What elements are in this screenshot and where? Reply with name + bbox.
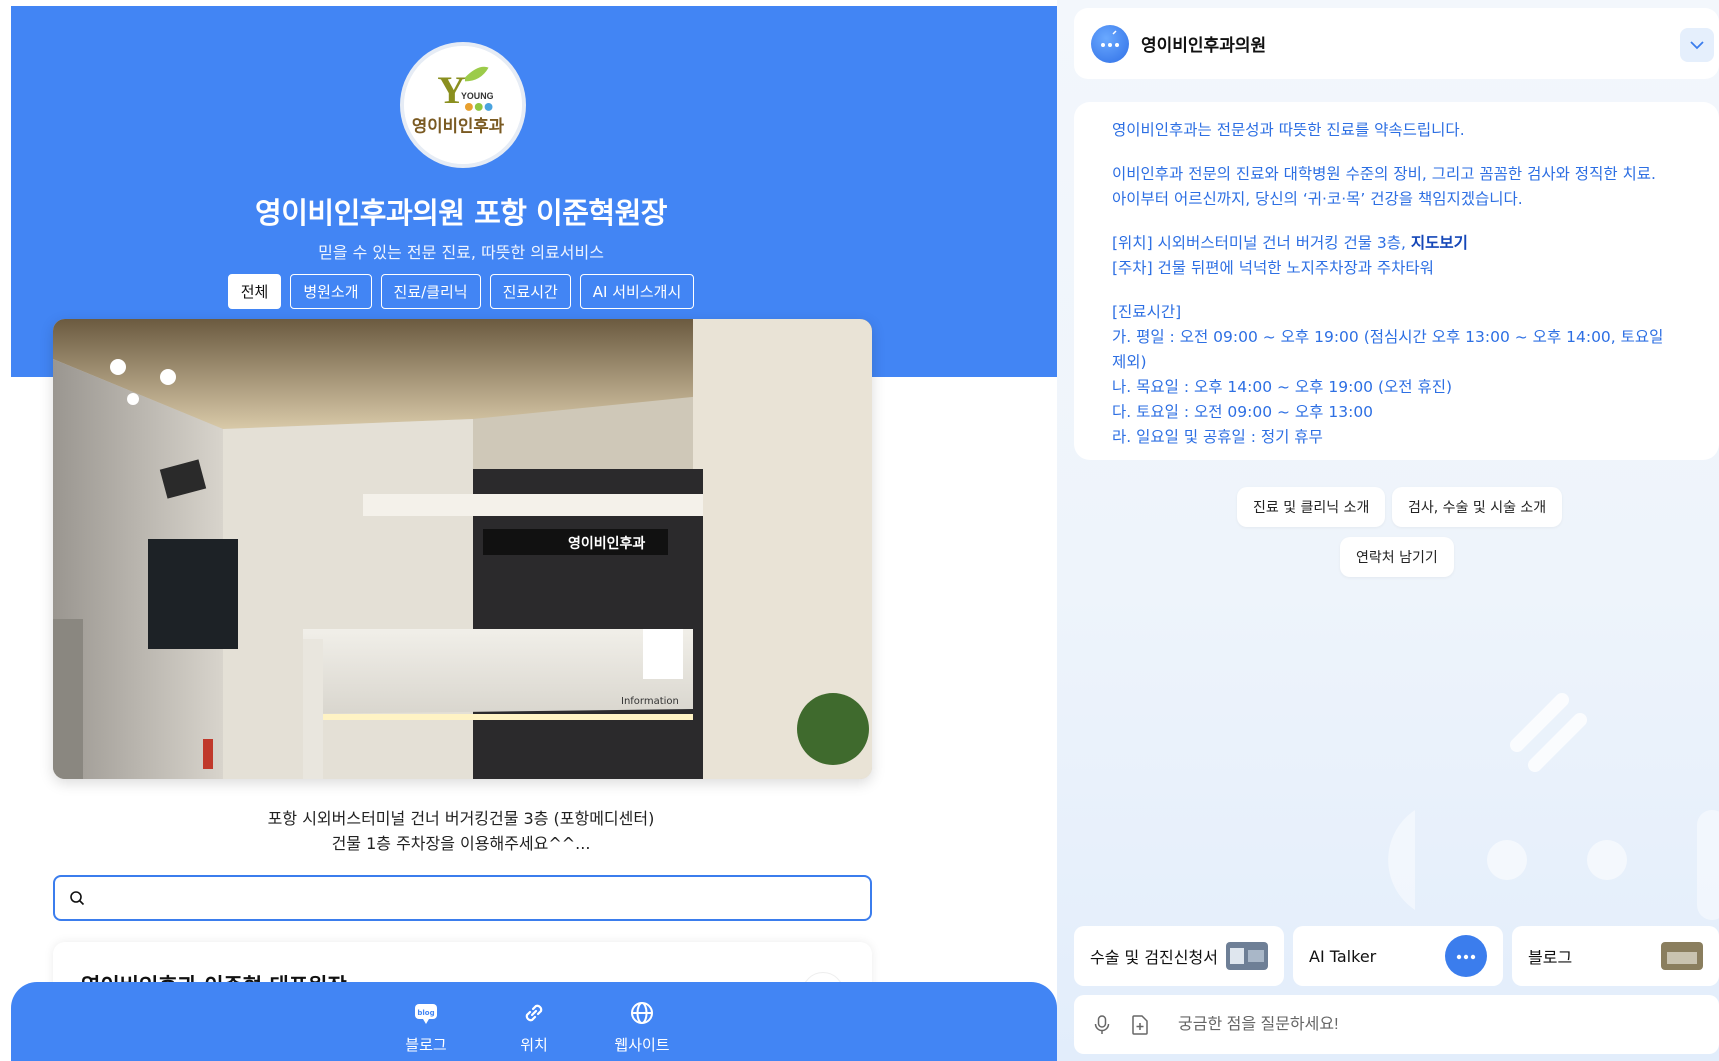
message-intro: 영이비인후과는 전문성과 따뜻한 진료를 약속드립니다.: [1112, 121, 1465, 139]
hours-holiday: 라. 일요일 및 공휴일 : 정기 휴무: [1112, 428, 1323, 446]
hours-weekday: 가. 평일 : 오전 09:00 ~ 오후 19:00 (점심시간 오후 13:…: [1112, 328, 1664, 371]
hours-thursday: 나. 목요일 : 오후 14:00 ~ 오후 19:00 (오전 휴진): [1112, 378, 1453, 396]
chat-panel: 영이비인후과의원 영이비인후과는 전문성과 따뜻한 진료를 약속드립니다. 이비…: [1057, 0, 1719, 1061]
tab-all[interactable]: 전체: [227, 274, 282, 309]
microphone-button[interactable]: [1088, 1011, 1116, 1039]
tab-ai-service[interactable]: AI 서비스개시: [579, 274, 695, 309]
tab-hours[interactable]: 진료시간: [489, 274, 571, 309]
quick-blog[interactable]: 블로그: [1512, 926, 1719, 986]
chip-clinic-intro[interactable]: 진료 및 클리닉 소개: [1237, 487, 1386, 527]
logo-text: 영이비인후과: [412, 116, 505, 136]
chat-message: 영이비인후과는 전문성과 따뜻한 진료를 약속드립니다. 이비인후과 전문의 진…: [1074, 102, 1719, 460]
quick-blog-label: 블로그: [1528, 948, 1573, 967]
message-parking: [주차] 건물 뒤편에 넉넉한 노지주차장과 주차타워: [1112, 259, 1434, 277]
chatbot-avatar-icon: [1091, 24, 1129, 63]
nav-location[interactable]: 위치: [506, 1000, 562, 1061]
category-tabs: 전체 병원소개 진료/클리닉 진료시간 AI 서비스개시: [11, 274, 911, 309]
map-link[interactable]: 지도보기: [1411, 234, 1468, 252]
address-line-2: 건물 1층 주차장을 이용해주세요^^...: [331, 834, 591, 853]
nav-website[interactable]: 웹사이트: [614, 1000, 670, 1061]
blog-thumbnail: [1661, 942, 1703, 970]
message-location-text: [위치] 시외버스터미널 건너 버거킹 건물 3층,: [1112, 234, 1411, 252]
hours-saturday: 다. 토요일 : 오전 09:00 ~ 오후 13:00: [1112, 403, 1374, 421]
search-icon: [70, 891, 85, 906]
message-hours: [진료시간] 가. 평일 : 오전 09:00 ~ 오후 19:00 (점심시간…: [1112, 300, 1681, 450]
svg-text:Y: Y: [437, 68, 465, 112]
chip-procedures[interactable]: 검사, 수술 및 시술 소개: [1392, 487, 1563, 527]
logo-brand: YOUNG: [461, 91, 494, 101]
chip-contact[interactable]: 연락처 남기기: [1340, 537, 1454, 577]
chat-input[interactable]: [1178, 1015, 1719, 1034]
search-input[interactable]: [93, 877, 870, 919]
quick-surgery-form-label: 수술 및 검진신청서: [1090, 948, 1218, 967]
chatbot-name: 영이비인후과의원: [1141, 36, 1267, 56]
bottom-navigation: blog 블로그 위치 웹사이트: [11, 982, 1057, 1061]
message-description-2: 아이부터 어르신까지, 당신의 ‘귀·코·목’ 건강을 책임지겠습니다.: [1112, 190, 1523, 208]
message-description: 이비인후과 전문의 진료와 대학병원 수준의 장비, 그리고 꼼꼼한 검사와 정…: [1112, 162, 1681, 212]
chevron-down-icon: [1690, 41, 1704, 50]
nav-location-label: 위치: [520, 1036, 548, 1054]
attach-button[interactable]: [1126, 1011, 1154, 1039]
hospital-logo: Y YOUNG 영이비인후과: [400, 42, 526, 168]
chat-input-bar: [1074, 995, 1719, 1054]
page-subtitle: 믿을 수 있는 전문 진료, 따뜻한 의료서비스: [318, 243, 604, 262]
page-title: 영이비인후과의원 포항 이준혁원장: [255, 196, 667, 230]
quick-surgery-form[interactable]: 수술 및 검진신청서: [1074, 926, 1284, 986]
tab-clinic[interactable]: 진료/클리닉: [380, 274, 481, 309]
logo-graphic: Y YOUNG 영이비인후과: [404, 46, 522, 164]
hours-heading: [진료시간]: [1112, 303, 1182, 321]
microphone-icon: [1094, 1014, 1110, 1034]
nav-blog-label: 블로그: [405, 1036, 447, 1054]
address-line-1: 포항 시외버스터미널 건너 버거킹건물 3층 (포항메디센터): [267, 809, 655, 828]
svg-text:blog: blog: [417, 1009, 434, 1017]
quick-ai-talker[interactable]: AI Talker: [1293, 926, 1503, 986]
ai-talker-icon: [1445, 935, 1487, 977]
photo-sign: 영이비인후과: [568, 535, 645, 552]
message-description-1: 이비인후과 전문의 진료와 대학병원 수준의 장비, 그리고 꼼꼼한 검사와 정…: [1112, 165, 1656, 183]
chat-header: 영이비인후과의원: [1074, 8, 1719, 79]
message-location: [위치] 시외버스터미널 건너 버거킹 건물 3층, 지도보기 [주차] 건물 뒤…: [1112, 231, 1681, 281]
nav-blog[interactable]: blog 블로그: [398, 1000, 454, 1061]
clinic-photo: 영이비인후과 Information: [53, 319, 872, 779]
nav-website-label: 웹사이트: [614, 1036, 670, 1054]
decorative-shapes: [1388, 693, 1719, 920]
tab-about[interactable]: 병원소개: [290, 274, 372, 309]
address-text: 포항 시외버스터미널 건너 버거킹건물 3층 (포항메디센터) 건물 1층 주차…: [11, 806, 911, 856]
quick-ai-talker-label: AI Talker: [1309, 946, 1377, 966]
surgery-form-thumbnail: [1226, 942, 1268, 970]
collapse-button[interactable]: [1680, 28, 1714, 62]
search-box[interactable]: [53, 875, 872, 921]
blog-icon: blog: [415, 1004, 437, 1024]
hospital-page: Y YOUNG 영이비인후과 영이비인후과의원 포항 이준혁원장 믿을 수 있는…: [11, 6, 1057, 1061]
globe-icon: [631, 1002, 653, 1024]
link-icon: [525, 1004, 543, 1022]
photo-counter-label: Information: [621, 696, 679, 707]
file-add-icon: [1132, 1014, 1148, 1035]
